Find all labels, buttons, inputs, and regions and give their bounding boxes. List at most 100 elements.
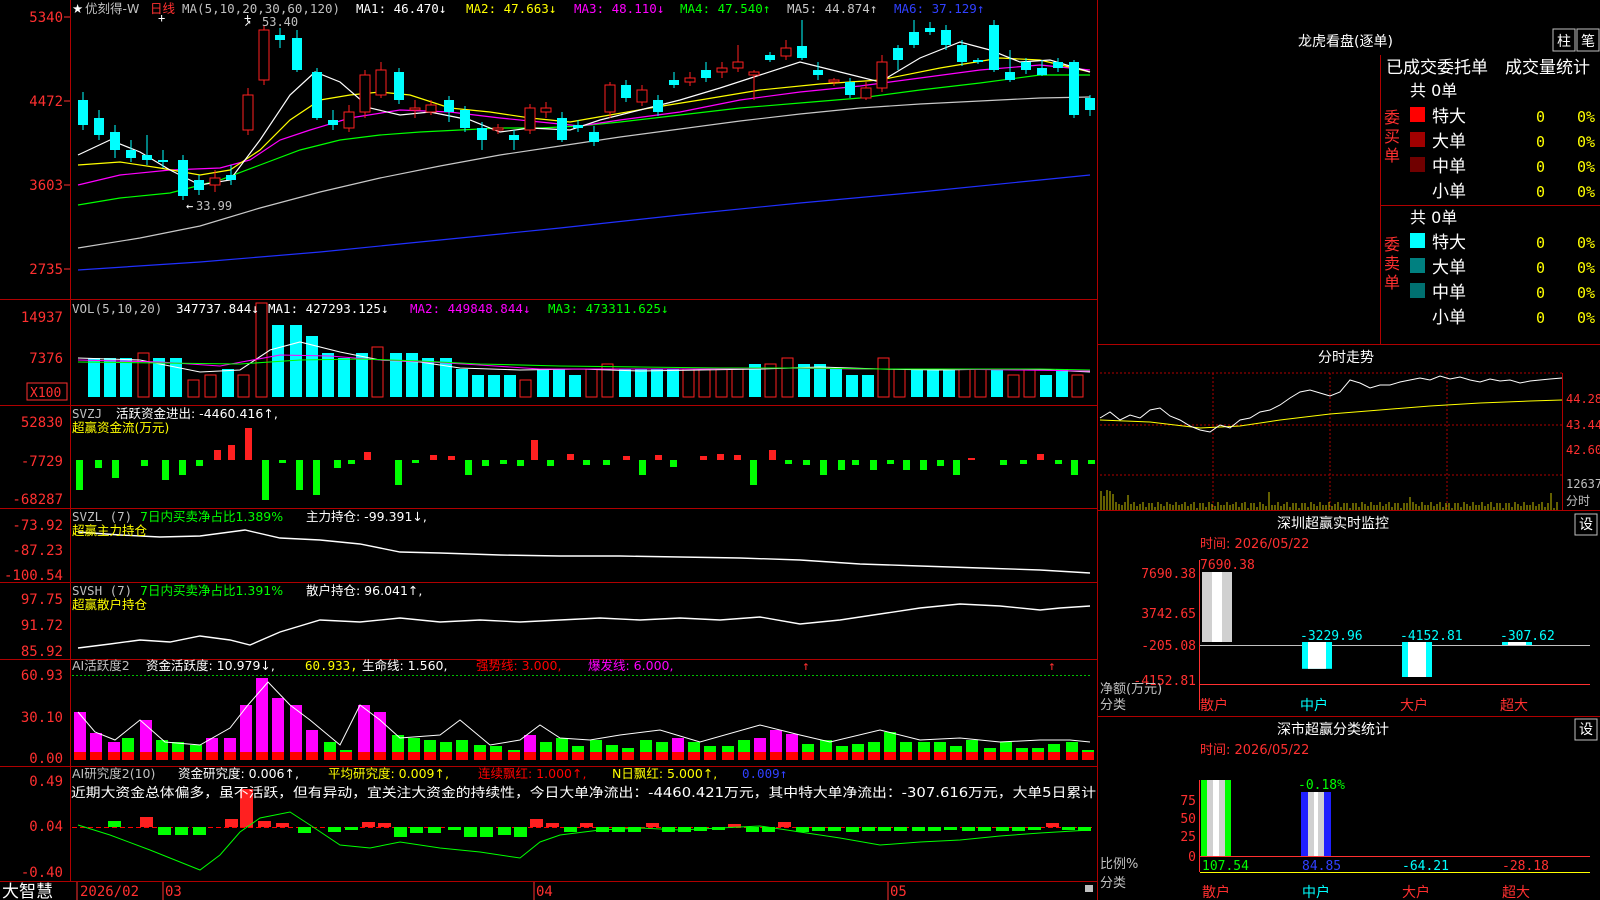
ai-activity-panel[interactable]: 60.93 30.10 0.00 AI活跃度2 资金活跃度: 10.979↓, …: [21, 658, 1094, 767]
ai1-bar-base: [172, 752, 184, 760]
price-panel[interactable]: 5340 4472 3603 2735 53.40 33.99 ↗ ← + +: [29, 1, 1095, 278]
ai-research-panel[interactable]: 0.49 0.04 -0.40 AI研究度2(10) 资金研究度: 0.006↑…: [21, 766, 1096, 881]
tab-executed[interactable]: 已成交: [1386, 58, 1437, 78]
ai1-ytick: 30.10: [21, 710, 63, 726]
order-size-name: 大单: [1432, 132, 1466, 152]
volume-bar: [338, 358, 350, 397]
ai2-bar: [140, 817, 153, 827]
stock-chart-canvas[interactable]: 5340 4472 3603 2735 53.40 33.99 ↗ ← + +: [0, 0, 1600, 900]
ai1-bar-base: [540, 752, 552, 760]
svzj-ytick: -7729: [21, 454, 63, 470]
ma120-line: [77, 174, 1091, 271]
ai2-t2: 平均研究度: 0.009↑,: [328, 766, 449, 781]
svzj-bar: [887, 460, 894, 464]
order-size-name: 小单: [1432, 308, 1466, 328]
ai1-bars: [74, 678, 1094, 760]
volume-bar: [974, 368, 987, 398]
candle-body: [343, 111, 355, 129]
sz-stats-bar: [1201, 780, 1231, 856]
ai1-bar-base: [74, 752, 86, 760]
ai2-bar: [846, 827, 859, 832]
svzj-bar: [700, 456, 707, 460]
ai1-bar-base: [934, 752, 946, 760]
ai1-bar-base: [1016, 752, 1028, 760]
sz-monitor-category: 中户: [1300, 697, 1328, 714]
ai2-bar: [812, 827, 825, 831]
sz-monitor-title: 深圳超赢实时监控: [1277, 515, 1389, 532]
sz-monitor-xlabel: 分类: [1100, 698, 1126, 713]
ai2-bar: [464, 827, 477, 837]
ai2-bar: [828, 827, 841, 831]
ai1-bar: [272, 698, 284, 760]
volume-bars: [88, 302, 1084, 398]
order-size-name: 小单: [1432, 182, 1466, 202]
sz-monitor-bar: [1402, 642, 1432, 677]
svsh-label: SVSH (7): [72, 583, 132, 598]
ai1-bar-base: [640, 752, 652, 760]
ai2-bar: [1012, 827, 1025, 831]
volume-bar: [1056, 369, 1068, 397]
x-label: 2026/02: [80, 884, 139, 900]
high-marker-label: 53.40: [262, 15, 298, 29]
svsh-text1: 7日内买卖净占比1.391%: [140, 583, 283, 598]
sz-stats-value: 107.54: [1202, 859, 1249, 874]
svzj-bar: [482, 460, 489, 466]
candle-body: [209, 177, 221, 186]
order-count: 0: [1536, 108, 1545, 126]
svsh-panel[interactable]: 97.75 91.72 85.92 SVSH (7) 7日内买卖净占比1.391…: [21, 583, 1091, 660]
ai1-bar-base: [884, 752, 896, 760]
svzl-text3: 超赢主力持仓: [72, 523, 148, 538]
lhb-panel[interactable]: 龙虎看盘(逐单) 柱 笔 已成交 委托单 成交量统计 委买单 委卖单 共 0单 …: [1298, 28, 1600, 328]
candle-body: [669, 80, 679, 85]
svzj-bar: [670, 460, 677, 467]
sz-monitor-panel[interactable]: 深圳超赢实时监控 设 时间: 2026/05/22 7690.38 3742.6…: [1100, 513, 1598, 714]
ai2-bar: [158, 827, 171, 835]
vol-ma1-legend: MA1: 427293.125↓: [268, 301, 388, 316]
svzj-bar: [920, 460, 927, 470]
svzj-bar: [1088, 460, 1095, 464]
volume-bar: [88, 358, 100, 397]
svzl-panel[interactable]: -73.92 -87.23 -100.54 SVZL (7) 7日内买卖净占比1…: [4, 509, 1091, 584]
order-pct: 0%: [1577, 309, 1595, 327]
lock-icon: [1085, 885, 1093, 892]
svzj-bar: [852, 460, 859, 465]
sz-stats-panel[interactable]: 深市超赢分类统计 设 时间: 2026/05/22 75 50 25 0 比例%…: [1100, 718, 1598, 900]
ma1-legend: MA1: 46.470↓: [356, 1, 446, 16]
tab-orders[interactable]: 委托单: [1437, 58, 1488, 78]
volume-bar: [406, 353, 418, 397]
order-count: 0: [1536, 284, 1545, 302]
svzj-panel[interactable]: 52830 -7729 -68287 SVZJ 活跃资金进出: -4460.41…: [12, 406, 1095, 508]
ai2-bar: [546, 823, 559, 827]
price-ytick: 4472: [29, 94, 63, 110]
sz-stats-ytick: 75: [1180, 794, 1196, 809]
candle-body: [989, 25, 999, 70]
tab-volume-stats[interactable]: 成交量统计: [1505, 58, 1590, 78]
ai2-bar: [580, 823, 593, 827]
candle-body: [242, 94, 254, 131]
candle-body: [359, 74, 371, 113]
ai2-bar: [928, 827, 941, 831]
ai2-bar: [878, 827, 891, 831]
ai1-bar-base: [490, 752, 502, 760]
order-size-swatch: [1410, 258, 1425, 273]
candlesticks: [78, 20, 1095, 200]
ai2-bar: [912, 827, 925, 831]
ai2-bar: [193, 827, 206, 835]
ai2-bar: [778, 822, 791, 827]
sz-stats-value: -28.18: [1502, 859, 1549, 874]
volume-panel[interactable]: 14937 7376 X100 VOL(5,10,20) 347737.844↓…: [21, 301, 1091, 401]
svzj-bar: [820, 460, 827, 475]
svzj-ytick: 52830: [21, 415, 63, 431]
candle-body: [1053, 62, 1063, 68]
candle-body: [589, 132, 599, 142]
up-arrow-icon: ↑: [802, 658, 810, 673]
volume-bar: [488, 375, 500, 397]
intraday-panel[interactable]: 分时走势 44.28 43.44 42.60 12637 分时: [1099, 350, 1600, 510]
svzj-bar: [448, 456, 455, 460]
ai1-bar-base: [900, 752, 912, 760]
vol-ytick: 7376: [29, 351, 63, 367]
ai1-t2: 60.933,: [305, 658, 358, 673]
ai2-bar: [1062, 827, 1075, 830]
ai1-t1: 资金活跃度: 10.979↓,: [146, 658, 275, 673]
candle-body: [909, 32, 919, 45]
